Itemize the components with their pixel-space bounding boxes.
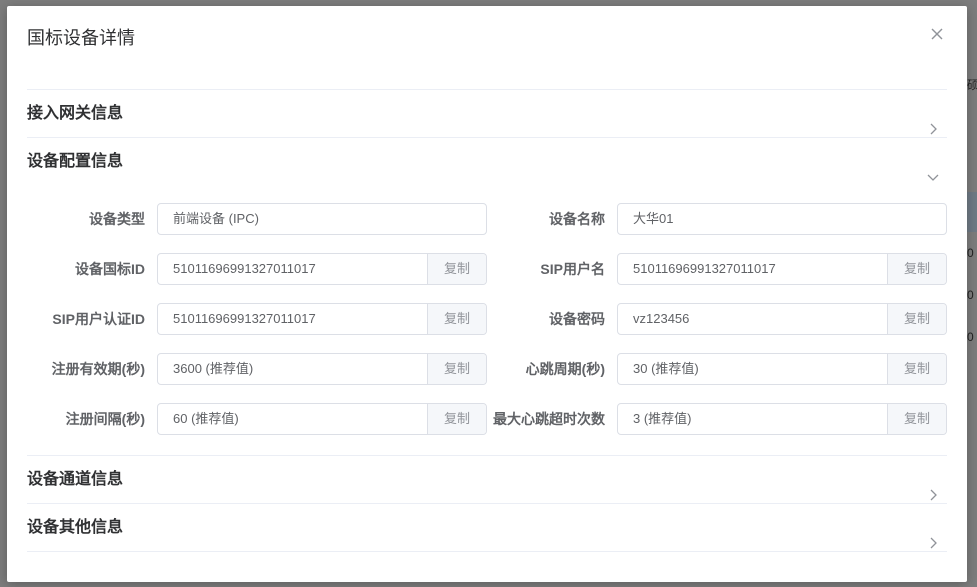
field-value: 前端设备 (IPC) [173,211,259,226]
device-detail-dialog: 国标设备详情 接入网关信息 设备配置信息 设备类型 前端设备 (IPC) 设备名… [7,6,967,582]
field-value: 51011696991327011017 [173,261,316,276]
field-label: SIP用户认证ID [52,311,145,327]
sip-user-field[interactable]: 51011696991327011017 复制 [617,253,947,285]
close-icon[interactable] [929,26,945,42]
section-header-channel[interactable]: 设备通道信息 [27,456,947,503]
chevron-down-icon [927,155,939,181]
chevron-right-icon [927,521,939,549]
form-row: 设备国标ID 51011696991327011017 复制 SIP用户名 51… [27,253,947,285]
gb-id-field[interactable]: 51011696991327011017 复制 [157,253,487,285]
field-value: 51011696991327011017 [633,261,776,276]
sip-auth-id-field[interactable]: 51011696991327011017 复制 [157,303,487,335]
copy-button[interactable]: 复制 [427,354,486,384]
chevron-right-icon [927,107,939,135]
field-value: 大华01 [633,211,674,226]
field-value: 3600 (推荐值) [173,361,254,376]
dialog-header: 国标设备详情 [27,26,947,50]
section-other-info: 设备其他信息 [27,504,947,552]
field-value: 51011696991327011017 [173,311,316,326]
password-field[interactable]: vz123456 复制 [617,303,947,335]
section-gateway-info: 接入网关信息 [27,90,947,138]
info-collapse: 接入网关信息 设备配置信息 设备类型 前端设备 (IPC) 设备名称 大华01 … [27,89,947,552]
form-row: 设备类型 前端设备 (IPC) 设备名称 大华01 [27,203,947,235]
background-fragment: 0 [967,288,974,302]
field-label: 注册有效期(秒) [51,361,145,377]
background-fragment: 硕 [967,78,977,92]
field-label: 设备密码 [549,311,605,327]
field-value: 60 (推荐值) [173,411,239,426]
config-form: 设备类型 前端设备 (IPC) 设备名称 大华01 设备国标ID 5101169… [27,185,947,455]
chevron-right-icon [927,473,939,501]
field-label: 设备类型 [89,211,145,227]
field-value: 3 (推荐值) [633,411,692,426]
section-title: 接入网关信息 [27,105,124,122]
copy-button[interactable]: 复制 [427,254,486,284]
form-row: 注册有效期(秒) 3600 (推荐值) 复制 心跳周期(秒) 30 (推荐值) … [27,353,947,385]
field-value: 30 (推荐值) [633,361,699,376]
reg-interval-field[interactable]: 60 (推荐值) 复制 [157,403,487,435]
device-name-field[interactable]: 大华01 [617,203,947,235]
section-title: 设备配置信息 [27,153,124,170]
copy-button[interactable]: 复制 [887,404,946,434]
section-header-gateway[interactable]: 接入网关信息 [27,90,947,137]
section-header-other[interactable]: 设备其他信息 [27,504,947,551]
section-channel-info: 设备通道信息 [27,456,947,504]
reg-validity-field[interactable]: 3600 (推荐值) 复制 [157,353,487,385]
background-fragment: 0 [967,330,974,344]
field-label: 注册间隔(秒) [65,411,145,427]
field-label: 设备名称 [549,211,605,227]
copy-button[interactable]: 复制 [887,254,946,284]
field-label: SIP用户名 [540,261,605,277]
section-title: 设备其他信息 [27,519,124,536]
section-config-info: 设备配置信息 设备类型 前端设备 (IPC) 设备名称 大华01 设备国标ID … [27,138,947,456]
copy-button[interactable]: 复制 [887,304,946,334]
field-value: vz123456 [633,311,690,326]
form-row: 注册间隔(秒) 60 (推荐值) 复制 最大心跳超时次数 3 (推荐值) 复制 [27,403,947,435]
copy-button[interactable]: 复制 [887,354,946,384]
field-label: 设备国标ID [75,261,145,277]
device-type-field[interactable]: 前端设备 (IPC) [157,203,487,235]
max-heartbeat-timeouts-field[interactable]: 3 (推荐值) 复制 [617,403,947,435]
section-title: 设备通道信息 [27,471,124,488]
section-header-config[interactable]: 设备配置信息 [27,138,947,185]
dialog-title: 国标设备详情 [27,28,135,48]
field-label: 心跳周期(秒) [525,361,605,377]
copy-button[interactable]: 复制 [427,304,486,334]
field-label: 最大心跳超时次数 [493,411,605,427]
background-fragment: 0 [967,246,974,260]
copy-button[interactable]: 复制 [427,404,486,434]
heartbeat-period-field[interactable]: 30 (推荐值) 复制 [617,353,947,385]
form-row: SIP用户认证ID 51011696991327011017 复制 设备密码 v… [27,303,947,335]
